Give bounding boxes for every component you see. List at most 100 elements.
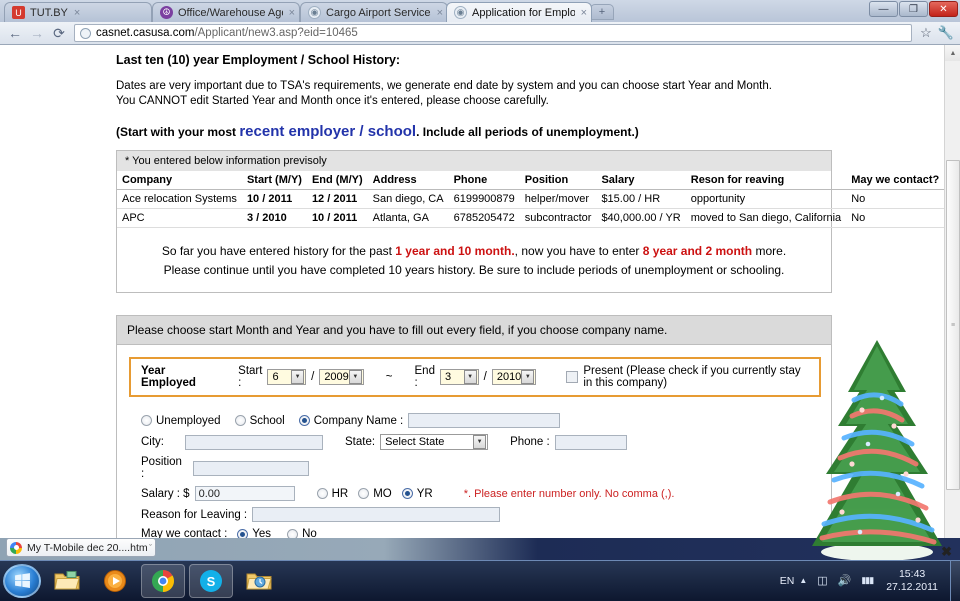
end-year-value: 2010 (497, 371, 521, 383)
employment-history-table: Company Start (M/Y) End (M/Y) Address Ph… (117, 171, 960, 228)
taskbar-outlook-button[interactable] (237, 564, 281, 598)
taskbar-window-my-t-mobile[interactable]: My T-Mobile dec 20....htm ˇ (6, 538, 156, 557)
unemployed-label: Unemployed (156, 415, 221, 427)
chrome-icon (151, 569, 175, 593)
start-year-select[interactable]: 2009 ▼ (319, 369, 363, 385)
new-tab-button[interactable]: + (590, 4, 614, 20)
cell-reason: moved to San diego, California (686, 209, 846, 228)
summary-prefix: So far you have entered history for the … (162, 244, 395, 258)
cell-start: 3 / 2010 (242, 209, 307, 228)
school-label: School (250, 415, 285, 427)
rate-hr-label: HR (332, 488, 349, 500)
cell-salary: $40,000.00 / YR (596, 209, 685, 228)
column-address: Address (368, 171, 449, 190)
bookmark-star-icon[interactable]: ☆ (916, 23, 936, 43)
column-start: Start (M/Y) (242, 171, 307, 190)
chevron-down-icon: ▼ (291, 370, 304, 384)
browser-tab-cargo-airport-services[interactable]: ◉ Cargo Airport Services, LLC × (300, 2, 448, 22)
unemployed-radio[interactable] (141, 415, 152, 426)
minimize-button[interactable]: — (869, 1, 898, 17)
present-checkbox[interactable] (566, 371, 578, 383)
table-row: APC 3 / 2010 10 / 2011 Atlanta, GA 67852… (117, 209, 960, 228)
network-icon[interactable]: ◫ (817, 574, 827, 587)
start-year-value: 2009 (324, 371, 348, 383)
instructions-line-2: You CANNOT edit Started Year and Month o… (116, 94, 832, 109)
form-section-heading: Please choose start Month and Year and y… (116, 315, 832, 345)
browser-window: U TUT.BY × ☮ Office/Warehouse Agent × ◉ … (0, 0, 960, 560)
company-name-radio[interactable] (299, 415, 310, 426)
phone-label: Phone : (510, 436, 550, 448)
range-tilde: ~ (386, 371, 393, 383)
clock[interactable]: 15:43 27.12.2011 (878, 568, 946, 594)
rate-yr-radio[interactable] (402, 488, 413, 499)
address-input[interactable]: casnet.casusa.com /Applicant/new3.asp?ei… (74, 24, 912, 42)
back-icon[interactable]: ← (4, 23, 26, 43)
salary-label: Salary : $ (141, 488, 190, 500)
column-reason: Reson for reaving (686, 171, 846, 190)
signal-strength-icon[interactable]: ▮▮▮ (861, 575, 873, 586)
company-name-input[interactable] (408, 413, 560, 428)
cell-end: 10 / 2011 (307, 209, 368, 228)
scroll-up-icon[interactable]: ▲ (945, 45, 960, 61)
employment-entry-form: Year Employed Start : 6 ▼ / 2009 ▼ ~ End… (116, 345, 832, 560)
chevron-down-icon[interactable]: ˇ (149, 543, 152, 553)
explorer-icon (54, 570, 80, 592)
language-indicator[interactable]: EN (780, 575, 795, 587)
taskbar-explorer-button[interactable] (45, 564, 89, 598)
rate-mo-label: MO (373, 488, 392, 500)
window-controls: — ❐ ✕ (869, 1, 958, 17)
start-month-select[interactable]: 6 ▼ (267, 369, 306, 385)
tab-close-icon[interactable]: × (289, 7, 295, 19)
summary-line-1: So far you have entered history for the … (127, 242, 821, 261)
close-ad-icon[interactable]: ✖ (941, 544, 952, 560)
system-tray: EN ▲ ◫ 🔊 ▮▮▮ 15:43 27.12.2011 (780, 568, 950, 594)
volume-icon[interactable]: 🔊 (838, 574, 852, 587)
phone-input[interactable] (555, 435, 627, 450)
reason-row: Reason for Leaving : (117, 501, 831, 522)
rate-mo-radio[interactable] (358, 488, 369, 499)
school-radio[interactable] (235, 415, 246, 426)
summary-suffix: more. (752, 244, 786, 258)
tab-close-icon[interactable]: × (581, 7, 587, 19)
cell-start: 10 / 2011 (242, 190, 307, 209)
tab-title: Cargo Airport Services, LLC (326, 7, 431, 19)
browser-tab-office-warehouse-agent[interactable]: ☮ Office/Warehouse Agent × (152, 2, 300, 22)
date-separator: / (311, 371, 314, 383)
start-prefix: (Start with your most (116, 125, 239, 139)
browser-tab-application-for-employment[interactable]: ◉ Application for Employmen × (446, 2, 592, 22)
christmas-tree-ad[interactable] (802, 334, 952, 560)
company-name-label: Company Name : (314, 415, 403, 427)
position-row: Position : (117, 450, 831, 480)
end-month-select[interactable]: 3 ▼ (440, 369, 479, 385)
city-input[interactable] (185, 435, 323, 450)
salary-hint: *. Please enter number only. No comma (,… (464, 488, 675, 500)
taskbar-skype-button[interactable]: S (189, 564, 233, 598)
forward-icon[interactable]: → (26, 23, 48, 43)
close-window-button[interactable]: ✕ (929, 1, 958, 17)
wrench-menu-icon[interactable]: 🔧 (936, 23, 956, 43)
show-desktop-button[interactable] (950, 561, 960, 601)
tab-close-icon[interactable]: × (74, 7, 80, 19)
taskbar-media-player-button[interactable] (93, 564, 137, 598)
start-emphasis: recent employer / school (239, 123, 416, 140)
state-select[interactable]: Select State ▼ (380, 434, 488, 450)
position-input[interactable] (193, 461, 309, 476)
end-year-select[interactable]: 2010 ▼ (492, 369, 536, 385)
media-player-icon (103, 569, 127, 593)
taskbar-chrome-button[interactable] (141, 564, 185, 598)
table-header-row: Company Start (M/Y) End (M/Y) Address Ph… (117, 171, 960, 190)
employment-type-row: Unemployed School Company Name : (117, 397, 831, 428)
salary-input[interactable]: 0.00 (195, 486, 295, 501)
maximize-button[interactable]: ❐ (899, 1, 928, 17)
tab-close-icon[interactable]: × (437, 7, 443, 19)
reload-icon[interactable]: ⟳ (48, 23, 70, 43)
reason-input[interactable] (252, 507, 500, 522)
url-path: /Applicant/new3.asp?eid=10465 (194, 27, 357, 39)
browser-tab-tut-by[interactable]: U TUT.BY × (4, 2, 152, 22)
start-button[interactable] (3, 564, 41, 598)
column-salary: Salary (596, 171, 685, 190)
tab-title: Office/Warehouse Agent (178, 7, 283, 19)
show-hidden-icons-icon[interactable]: ▲ (799, 576, 807, 585)
rate-hr-radio[interactable] (317, 488, 328, 499)
svg-text:S: S (207, 574, 216, 589)
